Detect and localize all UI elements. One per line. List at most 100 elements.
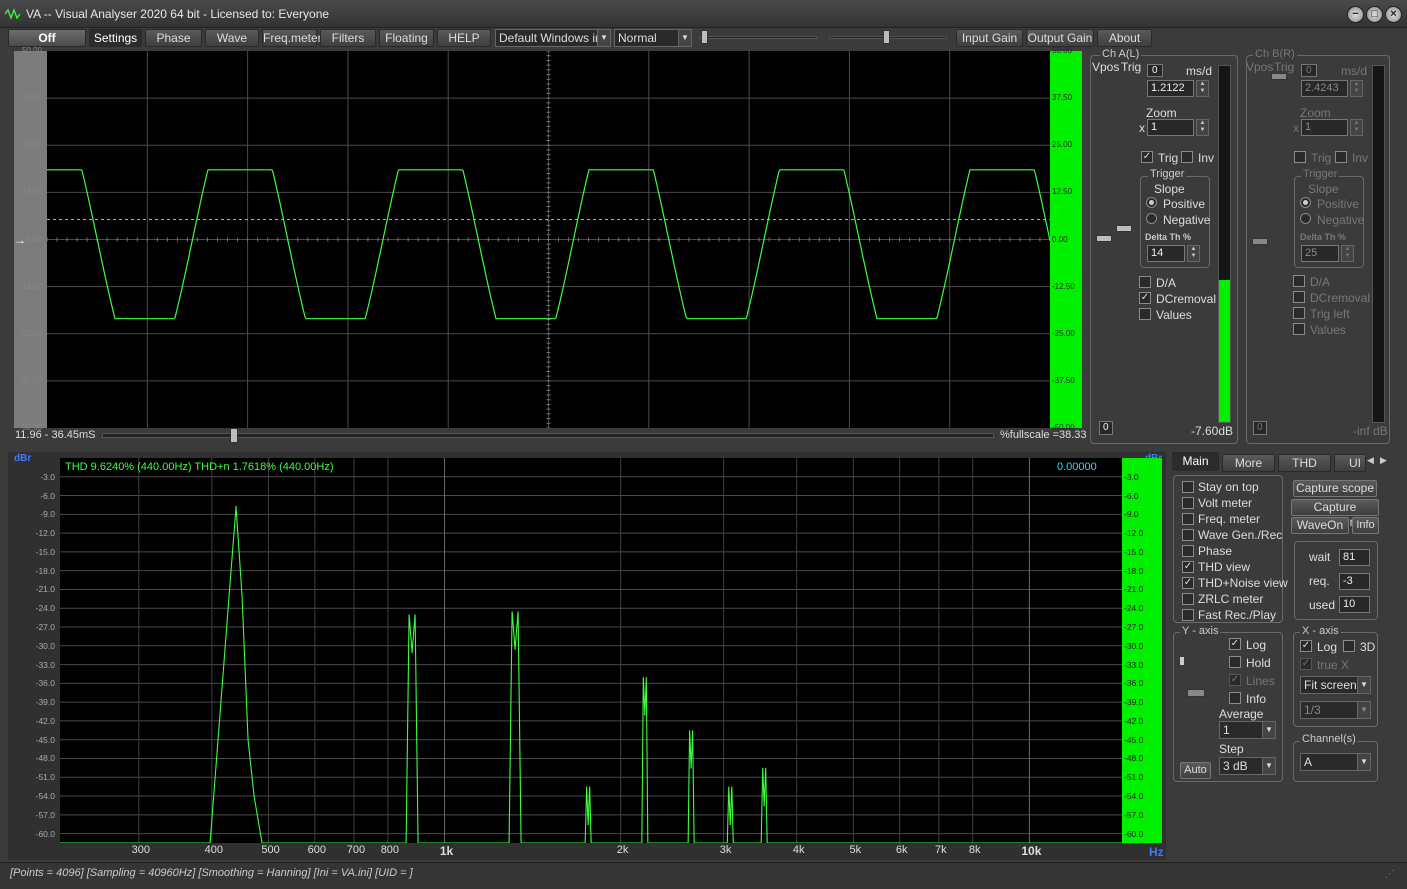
main-option-checkbox[interactable]: ✓: [1182, 577, 1194, 589]
inv-checkbox[interactable]: [1181, 151, 1193, 163]
channel-b-reset[interactable]: 0: [1253, 421, 1267, 435]
capture-spectrum-button[interactable]: Capture spectrum: [1291, 499, 1379, 529]
off-button[interactable]: Off: [8, 29, 86, 47]
ms-reset-button-b[interactable]: 0: [1301, 64, 1317, 77]
input-gain-button[interactable]: Input Gain: [956, 29, 1023, 47]
delta-th-spinner[interactable]: ▲ ▼: [1187, 245, 1200, 262]
trig-left-checkbox-b[interactable]: [1293, 307, 1305, 319]
channel-a-reset[interactable]: 0: [1099, 421, 1113, 435]
ms-per-div-spinner[interactable]: ▲ ▼: [1196, 80, 1209, 97]
step-select[interactable]: 3 dB ▼: [1219, 757, 1276, 775]
slope-negative-radio[interactable]: [1146, 213, 1157, 224]
y-lines-checkbox[interactable]: ✓: [1229, 674, 1241, 686]
tab-ui[interactable]: UI: [1334, 454, 1366, 472]
waveon-button[interactable]: WaveOn: [1291, 517, 1349, 534]
main-option-checkbox[interactable]: [1182, 513, 1194, 525]
channel-select[interactable]: A ▼: [1300, 753, 1371, 771]
output-gain-slider[interactable]: [829, 29, 947, 47]
inv-checkbox-b[interactable]: [1335, 151, 1347, 163]
ms-per-div-input[interactable]: 1.2122: [1147, 80, 1194, 97]
trig-checkbox[interactable]: ✓: [1141, 151, 1153, 163]
vpos-slider[interactable]: [1096, 235, 1116, 245]
zoom-spinner[interactable]: ▲ ▼: [1196, 119, 1209, 136]
vpos-slider-b[interactable]: [1252, 238, 1272, 248]
y-offset-slider[interactable]: [1187, 689, 1205, 697]
floating-button[interactable]: Floating: [379, 29, 434, 47]
resize-grip-icon[interactable]: ⋰: [1385, 869, 1395, 880]
x-log-checkbox[interactable]: ✓: [1300, 640, 1312, 652]
da-label: D/A: [1156, 276, 1177, 290]
auto-button[interactable]: Auto: [1180, 762, 1211, 779]
about-button[interactable]: About: [1097, 29, 1152, 47]
capture-scope-button[interactable]: Capture scope: [1293, 480, 1377, 497]
trig-level-slider-b[interactable]: [1271, 73, 1291, 83]
time-scroll-knob[interactable]: [230, 428, 238, 443]
filters-button[interactable]: Filters: [320, 29, 376, 47]
zoom-spinner-b[interactable]: ▲ ▼: [1350, 119, 1363, 136]
close-button[interactable]: ×: [1385, 6, 1402, 23]
trig-level-slider[interactable]: [1116, 225, 1136, 235]
main-option-checkbox[interactable]: [1182, 529, 1194, 541]
main-option-checkbox[interactable]: [1182, 609, 1194, 621]
main-option-checkbox[interactable]: [1182, 593, 1194, 605]
y-lines-label: Lines: [1246, 674, 1275, 688]
average-select[interactable]: 1 ▼: [1219, 721, 1276, 739]
wave-button[interactable]: Wave: [205, 29, 259, 47]
maximize-button[interactable]: □: [1366, 6, 1383, 23]
y-info-checkbox[interactable]: [1229, 692, 1241, 704]
slope-negative-radio-b[interactable]: [1300, 213, 1311, 224]
info-button[interactable]: Info: [1352, 517, 1379, 534]
used-input[interactable]: 10: [1339, 596, 1370, 613]
oscilloscope-display[interactable]: [47, 51, 1050, 428]
spectrum-y-tick-right: -48.0: [1124, 753, 1144, 764]
main-option-checkbox[interactable]: [1182, 545, 1194, 557]
da-checkbox[interactable]: [1139, 276, 1151, 288]
help-button[interactable]: HELP: [437, 29, 491, 47]
zoom-input[interactable]: 1: [1147, 119, 1194, 136]
harmonic-peak: [587, 823, 589, 826]
y-hold-label: Hold: [1246, 656, 1271, 670]
slope-positive-radio[interactable]: [1146, 197, 1157, 208]
fit-screen-select[interactable]: Fit screen ▼: [1300, 676, 1371, 694]
dcremoval-checkbox[interactable]: ✓: [1139, 292, 1151, 304]
spectrum-display[interactable]: THD 9.6240% (440.00Hz) THD+n 1.7618% (44…: [60, 458, 1122, 843]
tab-more[interactable]: More: [1222, 454, 1275, 472]
values-checkbox-b[interactable]: [1293, 323, 1305, 335]
input-device-select[interactable]: Default Windows inp ▼: [495, 29, 611, 47]
req-input[interactable]: -3: [1339, 573, 1370, 590]
true-x-checkbox[interactable]: ✓: [1300, 658, 1312, 670]
mode-select[interactable]: Normal ▼: [614, 29, 692, 47]
main-option-checkbox[interactable]: [1182, 497, 1194, 509]
freq-meter-button[interactable]: Freq.meter: [262, 29, 322, 47]
y-log-checkbox[interactable]: ✓: [1229, 638, 1241, 650]
x-3d-checkbox[interactable]: [1343, 640, 1355, 652]
ms-per-div-input-b[interactable]: 2.4243: [1301, 80, 1348, 97]
settings-button[interactable]: Settings: [89, 29, 142, 47]
delta-th-spinner-b[interactable]: ▲ ▼: [1341, 245, 1354, 262]
output-gain-button[interactable]: Output Gain: [1026, 29, 1094, 47]
y-scroll-marker[interactable]: [1180, 657, 1184, 665]
main-option-label: Stay on top: [1198, 480, 1259, 494]
octave-select[interactable]: 1/3 ▼: [1300, 701, 1371, 719]
tab-thd[interactable]: THD: [1278, 454, 1331, 472]
y-hold-checkbox[interactable]: [1229, 656, 1241, 668]
phase-button[interactable]: Phase: [145, 29, 202, 47]
minimize-button[interactable]: −: [1347, 6, 1364, 23]
delta-th-input[interactable]: 14: [1147, 245, 1185, 262]
wait-input[interactable]: 81: [1339, 549, 1370, 566]
ms-reset-button[interactable]: 0: [1147, 64, 1163, 77]
tab-scroll-left-icon[interactable]: ◀: [1367, 455, 1374, 466]
slope-positive-radio-b[interactable]: [1300, 197, 1311, 208]
main-option-checkbox[interactable]: [1182, 481, 1194, 493]
input-gain-slider[interactable]: [699, 29, 817, 47]
values-checkbox[interactable]: [1139, 308, 1151, 320]
ms-per-div-spinner-b[interactable]: ▲ ▼: [1350, 80, 1363, 97]
dcremoval-checkbox-b[interactable]: [1293, 291, 1305, 303]
zoom-input-b[interactable]: 1: [1301, 119, 1348, 136]
tab-scroll-right-icon[interactable]: ▶: [1380, 455, 1387, 466]
main-option-checkbox[interactable]: ✓: [1182, 561, 1194, 573]
tab-main[interactable]: Main: [1172, 452, 1219, 471]
delta-th-input-b[interactable]: 25: [1301, 245, 1339, 262]
da-checkbox-b[interactable]: [1293, 275, 1305, 287]
trig-checkbox-b[interactable]: [1294, 151, 1306, 163]
